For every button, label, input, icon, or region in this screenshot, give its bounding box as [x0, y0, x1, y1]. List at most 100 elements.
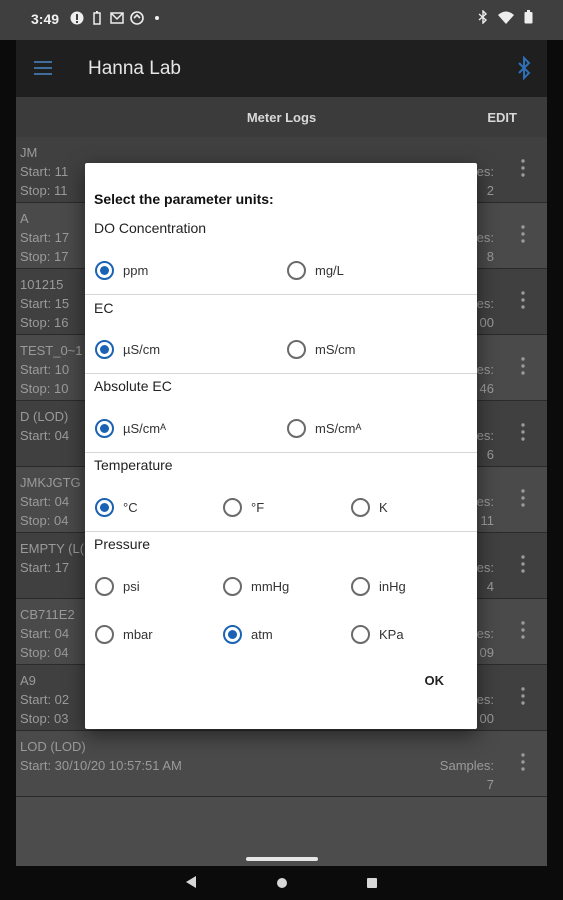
log-samples-value: 6 [486, 447, 494, 462]
radio-celsius[interactable]: °C [95, 495, 138, 519]
more-options-icon[interactable] [521, 291, 525, 309]
radio-label: mmHg [251, 578, 290, 594]
meter-logs-title: Meter Logs [246, 110, 317, 125]
group-label-ec: EC [94, 300, 114, 316]
edit-button[interactable]: EDIT [487, 110, 517, 125]
radio-unselected-icon [223, 497, 242, 517]
dialog-title: Select the parameter units: [94, 191, 274, 207]
radio-label: µS/cmᴬ [123, 420, 166, 436]
log-stop: Stop: 16 [20, 315, 69, 330]
radio-mbar[interactable]: mbar [95, 622, 153, 646]
back-icon[interactable] [186, 876, 196, 888]
radio-label: ppm [123, 262, 149, 278]
radio-unselected-icon [287, 418, 306, 438]
log-name: CB711E2 [20, 607, 75, 622]
more-options-icon[interactable] [521, 159, 525, 177]
home-icon[interactable] [277, 878, 287, 888]
radio-unselected-icon [287, 339, 306, 359]
log-name: A9 [20, 673, 36, 688]
list-empty-area [16, 797, 547, 866]
bluetooth-status-icon [478, 9, 488, 28]
radio-abs-ms-cm[interactable]: mS/cmᴬ [287, 416, 361, 440]
log-samples-value: 00 [479, 315, 494, 330]
log-samples-label: es: [476, 230, 494, 245]
more-options-icon[interactable] [521, 555, 525, 573]
more-options-icon[interactable] [521, 621, 525, 639]
ok-button[interactable]: OK [425, 673, 445, 688]
log-samples-value: 00 [479, 711, 494, 726]
log-samples-value: 8 [486, 249, 494, 264]
radio-unselected-icon [351, 576, 370, 596]
sub-toolbar: Meter Logs EDIT [16, 97, 547, 137]
units-dialog: Select the parameter units: DO Concentra… [85, 163, 477, 729]
log-samples-value: 11 [480, 513, 495, 528]
divider [85, 373, 477, 374]
list-item[interactable]: LOD (LOD) Start: 30/10/20 10:57:51 AM Sa… [16, 731, 547, 797]
log-stop: Stop: 04 [20, 645, 69, 660]
notification-sync-icon [130, 11, 144, 25]
radio-unselected-icon [351, 624, 370, 644]
more-options-icon[interactable] [521, 489, 525, 507]
log-name: A [20, 211, 29, 226]
notification-icons [70, 11, 164, 25]
status-time: 3:49 [31, 11, 60, 27]
more-options-icon[interactable] [521, 357, 525, 375]
radio-mmhg[interactable]: mmHg [223, 574, 289, 598]
radio-atm[interactable]: atm [223, 622, 273, 646]
log-name: JMKJGTG [20, 475, 81, 490]
log-name: LOD (LOD) [20, 739, 86, 754]
wifi-icon [498, 11, 514, 28]
log-samples-label: es: [476, 362, 494, 377]
radio-unselected-icon [95, 576, 114, 596]
divider [85, 531, 477, 532]
log-samples-label: Samples: [439, 758, 494, 773]
radio-label: inHg [379, 578, 406, 594]
log-start: Start: 02 [20, 692, 70, 707]
radio-label: mS/cm [315, 341, 356, 357]
more-options-icon[interactable] [521, 225, 525, 243]
radio-kpa[interactable]: KPa [351, 622, 404, 646]
log-samples-label: es: [476, 626, 494, 641]
more-options-icon[interactable] [521, 687, 525, 705]
radio-mg-l[interactable]: mg/L [287, 258, 344, 282]
radio-label: mg/L [315, 262, 344, 278]
group-label-absolute-ec: Absolute EC [94, 378, 172, 394]
radio-label: °C [123, 499, 138, 515]
radio-ppm[interactable]: ppm [95, 258, 148, 282]
recent-apps-icon[interactable] [367, 878, 377, 888]
divider [85, 294, 477, 295]
menu-icon[interactable] [34, 59, 54, 77]
log-samples-value: 7 [486, 777, 494, 792]
log-samples-label: es: [476, 494, 494, 509]
log-start: Start: 04 [20, 494, 70, 509]
radio-unselected-icon [351, 497, 370, 517]
notification-mail-icon [110, 11, 124, 25]
log-name: 101215 [20, 277, 64, 292]
more-options-icon[interactable] [521, 753, 525, 771]
log-name: JM [20, 145, 38, 160]
radio-us-cm[interactable]: µS/cm [95, 337, 160, 361]
log-start: Start: 11 [20, 164, 69, 179]
bluetooth-icon[interactable] [517, 55, 531, 85]
radio-psi[interactable]: psi [95, 574, 140, 598]
log-samples-value: 46 [479, 381, 494, 396]
radio-label: K [379, 499, 388, 515]
radio-fahrenheit[interactable]: °F [223, 495, 264, 519]
radio-ms-cm[interactable]: mS/cm [287, 337, 355, 361]
radio-abs-us-cm[interactable]: µS/cmᴬ [95, 416, 166, 440]
log-samples-label: es: [476, 692, 494, 707]
log-stop: Stop: 11 [20, 183, 68, 198]
radio-inhg[interactable]: inHg [351, 574, 406, 598]
log-start: Start: 17 [20, 230, 70, 245]
log-stop: Stop: 10 [20, 381, 69, 396]
notification-info-icon [70, 11, 84, 25]
app-bar: Hanna Lab [16, 40, 547, 97]
log-start: Start: 04 [20, 626, 70, 641]
radio-label: atm [251, 626, 273, 642]
group-label-temperature: Temperature [94, 457, 173, 473]
more-options-icon[interactable] [521, 423, 525, 441]
gesture-handle[interactable] [246, 857, 318, 861]
log-samples-value: 4 [486, 579, 494, 594]
log-start: Start: 04 [20, 428, 70, 443]
radio-kelvin[interactable]: K [351, 495, 388, 519]
